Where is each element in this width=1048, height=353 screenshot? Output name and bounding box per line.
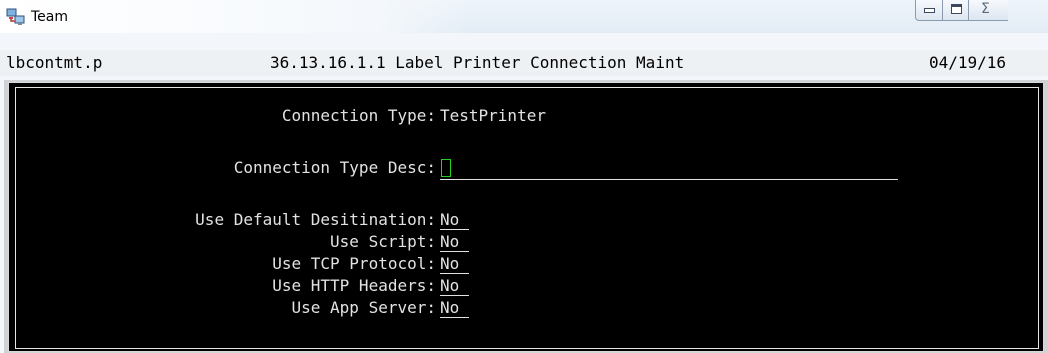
use-default-destination-field[interactable]: No — [440, 210, 469, 230]
use-script-label: Use Script: — [330, 232, 436, 251]
use-app-server-label: Use App Server: — [291, 298, 437, 317]
close-icon: Σ — [981, 1, 990, 17]
form-frame: Connection Type: TestPrinter Connection … — [15, 87, 1039, 349]
terminal-area: Connection Type: TestPrinter Connection … — [4, 80, 1048, 353]
text-cursor — [441, 159, 451, 177]
use-script-field[interactable]: No — [440, 232, 469, 252]
use-http-headers-field[interactable]: No — [440, 276, 469, 296]
connection-type-label: Connection Type: — [281, 106, 436, 125]
terminal-screen: Connection Type: TestPrinter Connection … — [8, 82, 1044, 352]
terminal-status-line: lbcontmt.p 36.13.16.1.1 Label Printer Co… — [0, 50, 1048, 76]
connection-type-value: TestPrinter — [440, 106, 546, 125]
connection-type-desc-field[interactable] — [440, 160, 898, 180]
use-default-destination-label: Use Default Desitination: — [195, 210, 436, 229]
window-title: Team — [31, 9, 69, 25]
minimize-button[interactable] — [915, 0, 943, 21]
computers-network-icon — [6, 8, 25, 25]
connection-type-desc-label: Connection Type Desc: — [233, 158, 436, 177]
close-button[interactable]: Σ — [968, 0, 1008, 21]
maximize-button[interactable] — [942, 0, 969, 21]
window-titlebar[interactable]: Team Σ — [0, 0, 1048, 33]
use-app-server-field[interactable]: No — [440, 298, 469, 318]
use-tcp-protocol-label: Use TCP Protocol: — [272, 254, 436, 273]
use-tcp-protocol-field[interactable]: No — [440, 254, 469, 274]
use-http-headers-label: Use HTTP Headers: — [272, 276, 436, 295]
titlebar-highlight — [0, 0, 470, 33]
menu-title: 36.13.16.1.1 Label Printer Connection Ma… — [270, 53, 685, 72]
status-date: 04/19/16 — [929, 53, 1007, 72]
maximize-icon — [951, 4, 962, 14]
minimize-icon — [924, 8, 935, 13]
program-name: lbcontmt.p — [6, 53, 103, 72]
